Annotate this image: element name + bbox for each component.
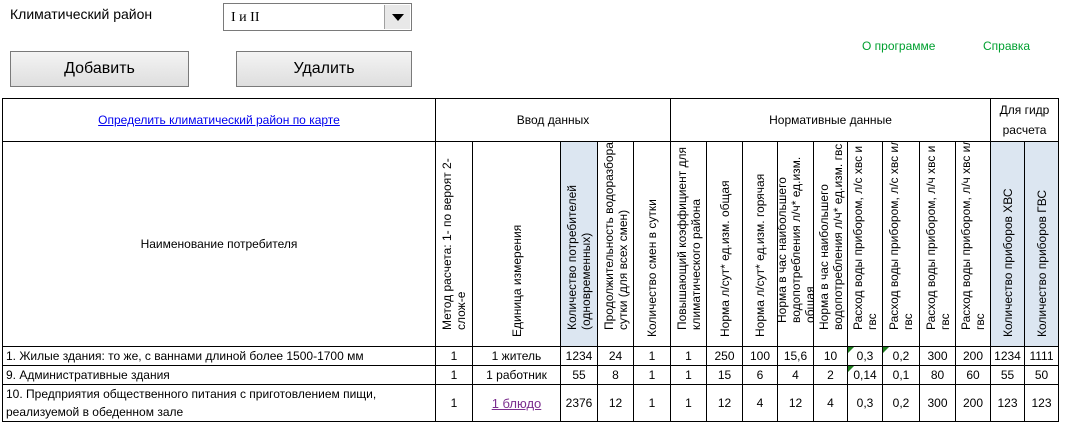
cell-duration[interactable]: 8 [597, 365, 634, 385]
group-input-header: Ввод данных [435, 98, 671, 142]
cell-flow-lh-either[interactable]: 60 [955, 365, 991, 385]
climate-label: Климатический район [10, 6, 153, 22]
table-row: 9. Административные здания 1 1 работник … [2, 365, 1059, 385]
row-name[interactable]: 1. Жилые здания: то же, с ваннами длиной… [2, 346, 436, 366]
cell-norm-total[interactable]: 250 [706, 346, 743, 366]
cell-count-hot[interactable]: 50 [1024, 365, 1059, 385]
climate-region-select[interactable]: I и II [223, 3, 412, 31]
cell-flow-ls-both[interactable]: 0,3 [847, 346, 883, 366]
cell-flow-ls-either[interactable]: 0,1 [882, 365, 920, 385]
col-header-count-cold: Количество приборов ХВС [990, 141, 1025, 347]
col-header-count-hot: Количество приборов ГВС [1024, 141, 1059, 347]
cell-unit[interactable]: 1 житель [472, 346, 561, 366]
cell-flow-ls-either[interactable]: 0,2 [882, 384, 920, 422]
cell-hour-hot[interactable]: 2 [813, 365, 848, 385]
cell-duration[interactable]: 12 [597, 384, 634, 422]
cell-count-hot[interactable]: 1111 [1024, 346, 1059, 366]
cell-flow-lh-both[interactable]: 300 [919, 384, 956, 422]
cell-norm-hot[interactable]: 4 [742, 384, 778, 422]
cell-unit[interactable]: 1 работник [472, 365, 561, 385]
cell-consumers[interactable]: 2376 [560, 384, 598, 422]
cell-hour-hot[interactable]: 4 [813, 384, 848, 422]
add-button[interactable]: Добавить [10, 51, 189, 87]
cell-flow-lh-either[interactable]: 200 [955, 384, 991, 422]
row-name[interactable]: 10. Предприятия общественного питания с … [2, 384, 436, 422]
climate-region-value: I и II [231, 10, 260, 25]
about-link[interactable]: О программе [862, 39, 935, 53]
cell-norm-hot[interactable]: 100 [742, 346, 778, 366]
cell-flow-ls-both[interactable]: 0,3 [847, 384, 883, 422]
delete-button[interactable]: Удалить [236, 51, 412, 87]
map-link-cell: Определить климатический район по карте [2, 98, 436, 142]
col-header-hour-hot: Норма в час наибольшего водопотребления … [813, 141, 848, 347]
cell-method[interactable]: 1 [435, 365, 473, 385]
cell-duration[interactable]: 24 [597, 346, 634, 366]
cell-flow-ls-either[interactable]: 0,2 [882, 346, 920, 366]
col-header-consumers: Количество потребителей (одновременных) [560, 141, 598, 347]
row-name[interactable]: 9. Административные здания [2, 365, 436, 385]
cell-shifts[interactable]: 1 [633, 365, 671, 385]
consumer-table: Определить климатический район по карте … [2, 98, 1059, 422]
cell-norm-total[interactable]: 12 [706, 384, 743, 422]
col-header-flow-lh-both: Расход воды прибором, л/ч хвс и гвс [919, 141, 956, 347]
cell-norm-total[interactable]: 15 [706, 365, 743, 385]
col-header-norm-total: Норма л/сут* ед.изм. общая [706, 141, 743, 347]
col-header-flow-ls-either: Расход воды прибором, л/с хвс или гвс [882, 141, 920, 347]
col-header-climate-coef: Повышающий коэффициент для климатическог… [670, 141, 707, 347]
cell-count-cold[interactable]: 123 [990, 384, 1025, 422]
cell-count-cold[interactable]: 55 [990, 365, 1025, 385]
cell-shifts[interactable]: 1 [633, 346, 671, 366]
cell-method[interactable]: 1 [435, 346, 473, 366]
cell-flow-lh-both[interactable]: 80 [919, 365, 956, 385]
table-row: 10. Предприятия общественного питания с … [2, 384, 1059, 422]
col-header-method: Метод расчета: 1- по вероят 2- слож-е [435, 141, 473, 347]
table-row: 1. Жилые здания: то же, с ваннами длиной… [2, 346, 1059, 366]
cell-shifts[interactable]: 1 [633, 384, 671, 422]
col-header-hour-total: Норма в час наибольшего водопотребления … [777, 141, 814, 347]
cell-climate-coef[interactable]: 1 [670, 384, 707, 422]
name-header: Наименование потребителя [2, 141, 436, 347]
cell-flow-ls-both[interactable]: 0,14 [847, 365, 883, 385]
cell-flow-lh-both[interactable]: 300 [919, 346, 956, 366]
col-header-unit: Единица измерения [472, 141, 561, 347]
cell-climate-coef[interactable]: 1 [670, 365, 707, 385]
cell-method[interactable]: 1 [435, 384, 473, 422]
cell-hour-total[interactable]: 15,6 [777, 346, 814, 366]
cell-consumers[interactable]: 1234 [560, 346, 598, 366]
col-header-flow-ls-both: Расход воды прибором, л/с хвс и гвс [847, 141, 883, 347]
cell-count-hot[interactable]: 123 [1024, 384, 1059, 422]
unit-link[interactable]: 1 блюдо [492, 396, 542, 411]
cell-norm-hot[interactable]: 6 [742, 365, 778, 385]
cell-hour-hot[interactable]: 10 [813, 346, 848, 366]
chevron-down-icon[interactable] [384, 5, 410, 29]
help-link[interactable]: Справка [983, 39, 1030, 53]
cell-unit[interactable]: 1 блюдо [472, 384, 561, 422]
cell-count-cold[interactable]: 1234 [990, 346, 1025, 366]
group-norm-header: Нормативные данные [670, 98, 991, 142]
cell-hour-total[interactable]: 4 [777, 365, 814, 385]
col-header-duration: Продолжительность водоразбора в сутки (д… [597, 141, 634, 347]
cell-climate-coef[interactable]: 1 [670, 346, 707, 366]
col-header-shifts: Количество смен в сутки [633, 141, 671, 347]
col-header-norm-hot: Норма л/сут* ед.изм. горячая [742, 141, 778, 347]
cell-hour-total[interactable]: 12 [777, 384, 814, 422]
group-hydro-header: Для гидр расчета [990, 98, 1059, 142]
map-link[interactable]: Определить климатический район по карте [98, 113, 340, 127]
cell-consumers[interactable]: 55 [560, 365, 598, 385]
cell-flow-lh-either[interactable]: 200 [955, 346, 991, 366]
col-header-flow-lh-either: Расход воды прибором, л/ч хвс или гвс [955, 141, 991, 347]
